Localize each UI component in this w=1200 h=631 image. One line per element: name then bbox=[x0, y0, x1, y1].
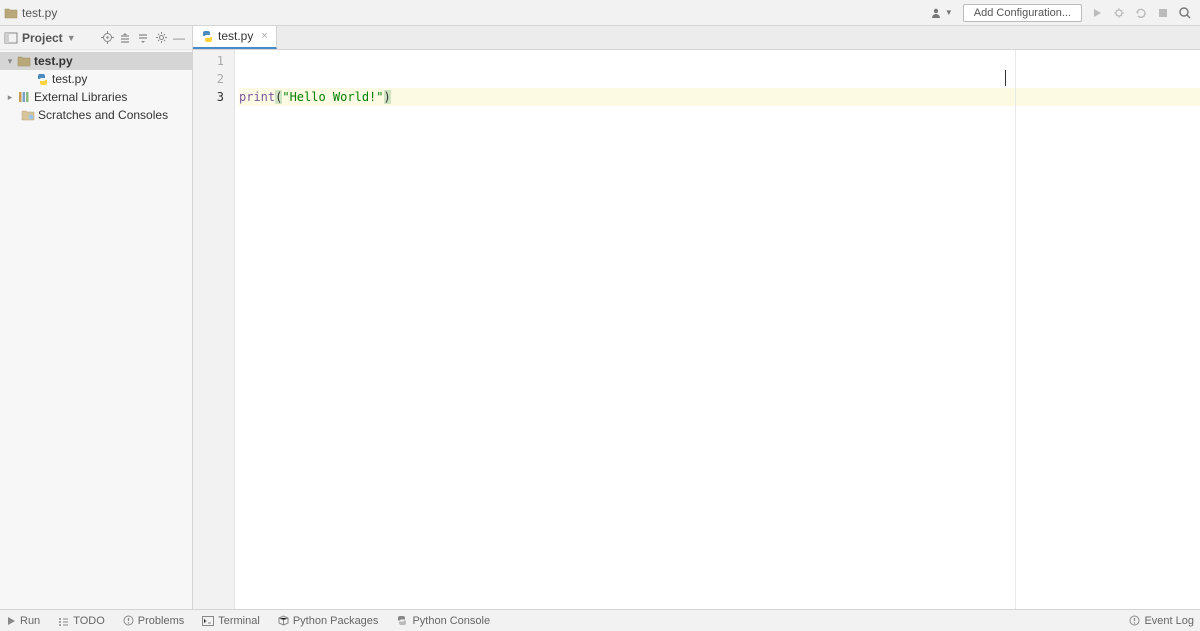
folder-icon bbox=[4, 7, 18, 19]
library-icon bbox=[16, 91, 32, 103]
hide-icon[interactable]: — bbox=[170, 29, 188, 47]
right-margin-line bbox=[1015, 50, 1016, 609]
event-log[interactable]: Event Log bbox=[1129, 615, 1194, 627]
status-bar: Run TODO Problems Terminal Python Packag… bbox=[0, 609, 1200, 631]
tree-scratches[interactable]: Scratches and Consoles bbox=[0, 106, 192, 124]
event-log-label: Event Log bbox=[1144, 615, 1194, 627]
problems-icon bbox=[123, 615, 134, 626]
tool-problems[interactable]: Problems bbox=[123, 615, 184, 627]
tool-python-console[interactable]: Python Console bbox=[396, 615, 490, 627]
chevron-down-icon[interactable]: ▼ bbox=[67, 33, 76, 43]
gutter: 1 2 3 bbox=[193, 50, 235, 609]
tool-label: Python Packages bbox=[293, 615, 379, 627]
locate-icon[interactable] bbox=[98, 29, 116, 47]
tree-node-label: External Libraries bbox=[34, 90, 127, 104]
tool-label: TODO bbox=[73, 615, 105, 627]
tool-run[interactable]: Run bbox=[6, 615, 40, 627]
project-view-icon bbox=[4, 32, 18, 44]
editor-tab[interactable]: test.py × bbox=[193, 26, 277, 49]
todo-icon bbox=[58, 616, 69, 626]
expand-all-icon[interactable] bbox=[116, 29, 134, 47]
code-token-function: print bbox=[239, 90, 275, 104]
terminal-icon bbox=[202, 616, 214, 626]
line-number: 2 bbox=[193, 70, 224, 88]
tool-todo[interactable]: TODO bbox=[58, 615, 105, 627]
editor-tabs: test.py × bbox=[193, 26, 1200, 50]
packages-icon bbox=[278, 615, 289, 626]
folder-icon bbox=[16, 55, 32, 67]
tool-label: Terminal bbox=[218, 615, 260, 627]
navigation-bar: test.py ▼ Add Configuration... bbox=[0, 0, 1200, 26]
tree-external-libraries[interactable]: ▸ External Libraries bbox=[0, 88, 192, 106]
search-icon[interactable] bbox=[1175, 3, 1195, 23]
code-content[interactable]: print("Hello World!") bbox=[235, 50, 1200, 609]
tool-label: Run bbox=[20, 615, 40, 627]
breadcrumb-root[interactable]: test.py bbox=[22, 6, 57, 20]
line-number: 1 bbox=[193, 52, 224, 70]
tool-label: Python Console bbox=[412, 615, 490, 627]
gear-icon[interactable] bbox=[152, 29, 170, 47]
collapse-all-icon[interactable] bbox=[134, 29, 152, 47]
chevron-down-icon: ▾ bbox=[4, 56, 16, 67]
python-console-icon bbox=[396, 615, 408, 626]
main-area: Project ▼ — ▾ test.py bbox=[0, 26, 1200, 609]
scratches-icon bbox=[20, 109, 36, 121]
tree-node-label: Scratches and Consoles bbox=[38, 108, 168, 122]
code-token-paren: ) bbox=[384, 90, 391, 104]
debug-icon[interactable] bbox=[1109, 3, 1129, 23]
editor-tab-label: test.py bbox=[218, 29, 253, 43]
run-with-coverage-icon[interactable] bbox=[1131, 3, 1151, 23]
text-cursor bbox=[1005, 70, 1006, 86]
python-file-icon bbox=[34, 73, 50, 86]
python-file-icon bbox=[201, 30, 214, 43]
project-title[interactable]: Project bbox=[22, 31, 63, 45]
event-log-icon bbox=[1129, 615, 1140, 626]
tool-label: Problems bbox=[138, 615, 184, 627]
editor-area: test.py × 1 2 3 print("Hello World!") bbox=[193, 26, 1200, 609]
project-header: Project ▼ — bbox=[0, 26, 192, 50]
tree-file-node[interactable]: test.py bbox=[0, 70, 192, 88]
run-icon[interactable] bbox=[1087, 3, 1107, 23]
run-icon bbox=[6, 616, 16, 626]
tool-terminal[interactable]: Terminal bbox=[202, 615, 260, 627]
stop-icon[interactable] bbox=[1153, 3, 1173, 23]
chevron-right-icon: ▸ bbox=[4, 92, 16, 103]
tree-root-node[interactable]: ▾ test.py bbox=[0, 52, 192, 70]
tree-node-label: test.py bbox=[34, 54, 73, 68]
tool-python-packages[interactable]: Python Packages bbox=[278, 615, 379, 627]
tree-node-label: test.py bbox=[52, 72, 87, 86]
code-editor[interactable]: 1 2 3 print("Hello World!") bbox=[193, 50, 1200, 609]
add-configuration-button[interactable]: Add Configuration... bbox=[963, 4, 1082, 22]
project-tree: ▾ test.py test.py ▸ External Libraries bbox=[0, 50, 192, 609]
code-token-string: "Hello World!" bbox=[282, 90, 383, 104]
close-icon[interactable]: × bbox=[261, 30, 267, 42]
line-number: 3 bbox=[193, 88, 224, 106]
project-tool-window: Project ▼ — ▾ test.py bbox=[0, 26, 193, 609]
code-with-me-icon[interactable]: ▼ bbox=[929, 6, 953, 20]
